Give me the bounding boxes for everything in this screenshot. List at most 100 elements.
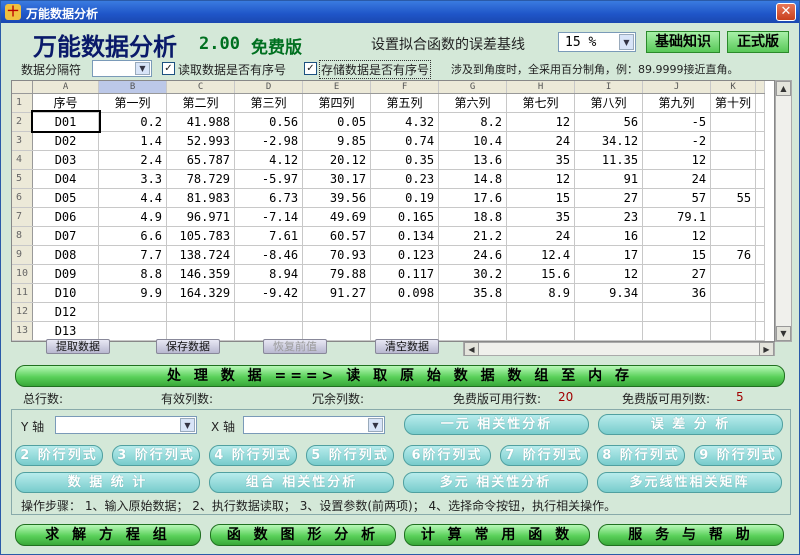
table-cell[interactable] (234, 302, 304, 322)
combo-correlation-button[interactable]: 组合 相关性分析 (209, 472, 394, 493)
table-cell[interactable]: 8.9 (506, 283, 576, 303)
table-cell[interactable]: D10 (32, 283, 100, 303)
table-cell[interactable]: 79.1 (642, 207, 712, 227)
column-header-cell[interactable]: 第四列 (302, 93, 372, 113)
table-cell[interactable]: 49.69 (302, 207, 372, 227)
column-header-cell[interactable]: 第一列 (98, 93, 168, 113)
table-cell[interactable]: 146.359 (166, 264, 236, 284)
table-cell[interactable]: 15 (506, 188, 576, 208)
table-cell[interactable]: -8.46 (234, 245, 304, 265)
table-cell[interactable]: 12 (642, 150, 712, 170)
column-letter[interactable]: D (234, 81, 304, 94)
table-cell[interactable]: 4.12 (234, 150, 304, 170)
table-cell[interactable]: 35.8 (438, 283, 508, 303)
row-number[interactable]: 5 (12, 169, 34, 189)
table-cell[interactable]: 34.12 (574, 131, 644, 151)
row-number[interactable]: 6 (12, 188, 34, 208)
table-cell[interactable] (166, 302, 236, 322)
table-cell[interactable] (370, 302, 440, 322)
table-cell[interactable]: 78.729 (166, 169, 236, 189)
table-cell[interactable]: 10.4 (438, 131, 508, 151)
table-cell[interactable]: 15 (642, 245, 712, 265)
common-functions-button[interactable]: 计 算 常 用 函 数 (404, 524, 590, 546)
table-cell[interactable]: 12 (574, 264, 644, 284)
table-cell[interactable] (574, 321, 644, 341)
table-cell[interactable]: 91.27 (302, 283, 372, 303)
table-cell[interactable]: 12.4 (506, 245, 576, 265)
pro-version-button[interactable]: 正式版 (727, 31, 789, 53)
table-cell[interactable]: D12 (32, 302, 100, 322)
table-cell[interactable]: 39.56 (302, 188, 372, 208)
scroll-down-icon[interactable]: ▼ (776, 326, 791, 341)
det-order2-button[interactable]: 2 阶行列式 (15, 445, 103, 466)
table-cell[interactable]: 7.61 (234, 226, 304, 246)
table-cell[interactable]: 1.4 (98, 131, 168, 151)
column-letter[interactable]: E (302, 81, 372, 94)
spreadsheet-table[interactable]: A B C D E F G H I J K 1 序号 第一列 第二列 第三列 第四列 第五列 第六列 第七列 第八列 第九… (12, 81, 766, 341)
table-cell[interactable]: D03 (32, 150, 100, 170)
grid-corner[interactable] (12, 81, 34, 94)
table-cell[interactable]: 24 (642, 169, 712, 189)
column-header-cell[interactable]: 序号 (32, 93, 100, 113)
table-cell[interactable]: 27 (574, 188, 644, 208)
table-cell[interactable]: 164.329 (166, 283, 236, 303)
column-letter[interactable]: B (98, 81, 168, 94)
table-cell[interactable]: 70.93 (302, 245, 372, 265)
table-cell[interactable]: 18.8 (438, 207, 508, 227)
table-cell[interactable] (438, 321, 508, 341)
chevron-down-icon[interactable]: ▼ (368, 418, 383, 432)
column-letter[interactable]: K (710, 81, 757, 94)
horizontal-scrollbar[interactable]: ◀ ▶ (463, 342, 775, 356)
table-cell[interactable]: 0.123 (370, 245, 440, 265)
table-cell[interactable]: 24.6 (438, 245, 508, 265)
table-cell[interactable]: 41.988 (166, 112, 236, 132)
table-cell[interactable]: D02 (32, 131, 100, 151)
close-button[interactable]: ✕ (776, 3, 796, 21)
basics-button[interactable]: 基础知识 (646, 31, 720, 53)
column-header-cell[interactable]: 第十列 (710, 93, 757, 113)
table-cell[interactable]: 23 (574, 207, 644, 227)
table-cell[interactable]: 0.117 (370, 264, 440, 284)
multi-linear-matrix-button[interactable]: 多元线性相关矩阵 (597, 472, 782, 493)
row-number[interactable]: 3 (12, 131, 34, 151)
table-cell[interactable] (642, 302, 712, 322)
table-cell[interactable] (710, 302, 757, 322)
table-cell[interactable]: 17.6 (438, 188, 508, 208)
table-cell[interactable] (710, 150, 757, 170)
scroll-right-icon[interactable]: ▶ (759, 342, 774, 356)
table-cell[interactable]: -7.14 (234, 207, 304, 227)
vertical-scrollbar[interactable]: ▲ ▼ (775, 80, 792, 342)
y-axis-select[interactable]: ▼ (55, 416, 197, 434)
clear-data-button[interactable]: 清空数据 (375, 339, 439, 354)
table-cell[interactable]: 0.134 (370, 226, 440, 246)
row-number[interactable]: 10 (12, 264, 34, 284)
table-cell[interactable]: D08 (32, 245, 100, 265)
table-cell[interactable] (302, 321, 372, 341)
table-cell[interactable]: 0.74 (370, 131, 440, 151)
table-cell[interactable] (710, 207, 757, 227)
det-order6-button[interactable]: 6阶行列式 (403, 445, 491, 466)
chevron-down-icon[interactable]: ▼ (180, 418, 195, 432)
multi-correlation-button[interactable]: 多元 相关性分析 (403, 472, 588, 493)
table-cell[interactable] (166, 321, 236, 341)
row-number[interactable]: 13 (12, 321, 34, 341)
column-letter[interactable]: F (370, 81, 440, 94)
read-index-checkbox[interactable]: ✓ (162, 62, 175, 75)
table-cell[interactable]: 79.88 (302, 264, 372, 284)
table-cell[interactable]: 8.94 (234, 264, 304, 284)
table-cell[interactable] (302, 302, 372, 322)
table-cell[interactable] (98, 302, 168, 322)
table-cell[interactable] (710, 131, 757, 151)
table-cell[interactable]: 3.3 (98, 169, 168, 189)
table-cell[interactable]: D04 (32, 169, 100, 189)
row-number[interactable]: 8 (12, 226, 34, 246)
det-order5-button[interactable]: 5 阶行列式 (306, 445, 394, 466)
table-cell[interactable]: 12 (506, 112, 576, 132)
table-cell[interactable]: 12 (642, 226, 712, 246)
table-cell[interactable]: 0.19 (370, 188, 440, 208)
table-cell[interactable]: D06 (32, 207, 100, 227)
table-cell[interactable] (370, 321, 440, 341)
table-cell[interactable]: 91 (574, 169, 644, 189)
table-cell[interactable]: 0.165 (370, 207, 440, 227)
table-cell[interactable]: 81.983 (166, 188, 236, 208)
